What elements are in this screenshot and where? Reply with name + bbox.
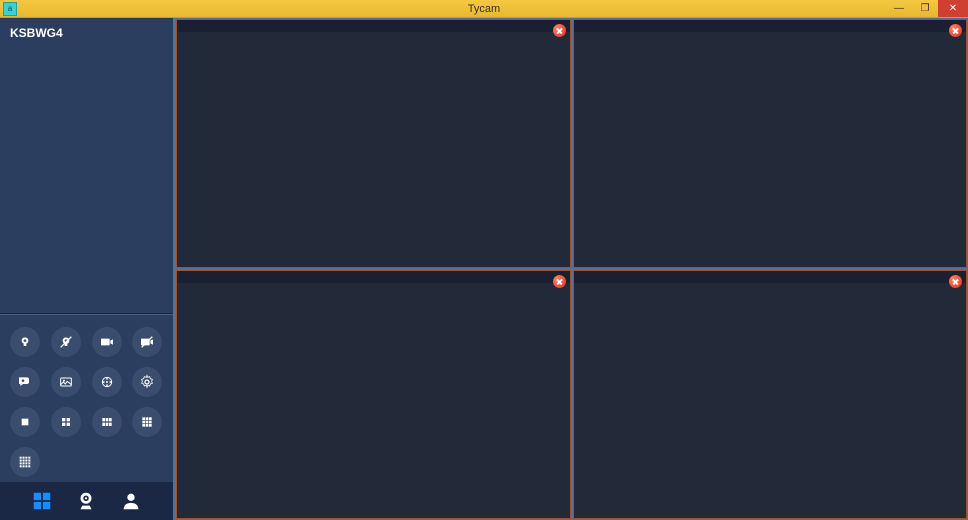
video-pane-1[interactable] xyxy=(176,19,571,268)
settings-button[interactable] xyxy=(132,367,162,397)
sidebar: KSBWG4 xyxy=(0,18,175,520)
image-icon xyxy=(58,374,74,390)
layout-1-button[interactable] xyxy=(10,407,40,437)
pane-header xyxy=(574,271,967,283)
layout-6-button[interactable] xyxy=(92,407,122,437)
layout-16-button[interactable] xyxy=(10,447,40,477)
video-pane-2[interactable] xyxy=(573,19,968,268)
pane-header xyxy=(574,20,967,32)
record-off-button[interactable] xyxy=(132,327,162,357)
user-icon xyxy=(120,490,142,512)
camera-icon xyxy=(17,334,33,350)
video-grid xyxy=(175,18,968,520)
snapshot-button[interactable] xyxy=(51,367,81,397)
pane-close-button[interactable] xyxy=(949,275,962,288)
nav-user-button[interactable] xyxy=(120,490,142,512)
ptz-icon xyxy=(99,374,115,390)
main-area: KSBWG4 xyxy=(0,18,968,520)
control-panel xyxy=(0,314,173,482)
video-pane-3[interactable] xyxy=(176,270,571,519)
pane-header xyxy=(177,271,570,283)
nav-camera-button[interactable] xyxy=(75,490,97,512)
bottom-nav xyxy=(0,482,173,520)
maximize-button[interactable]: ❐ xyxy=(912,0,938,17)
device-panel: KSBWG4 xyxy=(0,18,173,314)
pane-header xyxy=(177,20,570,32)
record-icon xyxy=(99,334,115,350)
layout-1-icon xyxy=(17,414,33,430)
window-title: Tycam xyxy=(468,3,500,15)
layout-16-icon xyxy=(17,454,33,470)
gear-icon xyxy=(139,374,155,390)
camera-off-button[interactable] xyxy=(51,327,81,357)
video-pane-4[interactable] xyxy=(573,270,968,519)
layout-4-icon xyxy=(58,414,74,430)
icon-grid xyxy=(10,327,163,477)
app-icon: a xyxy=(3,2,17,16)
layout-4-button[interactable] xyxy=(51,407,81,437)
pane-close-button[interactable] xyxy=(553,24,566,37)
camera-on-button[interactable] xyxy=(10,327,40,357)
layout-6-icon xyxy=(99,414,115,430)
record-off-icon xyxy=(139,334,155,350)
intercom-button[interactable] xyxy=(10,367,40,397)
device-label: KSBWG4 xyxy=(10,26,163,40)
intercom-icon xyxy=(17,374,33,390)
minimize-button[interactable]: — xyxy=(886,0,912,17)
layout-9-icon xyxy=(139,414,155,430)
grid-icon xyxy=(31,490,53,512)
titlebar: a Tycam — ❐ ✕ xyxy=(0,0,968,18)
ptz-button[interactable] xyxy=(92,367,122,397)
window-controls: — ❐ ✕ xyxy=(886,0,968,17)
pane-close-button[interactable] xyxy=(949,24,962,37)
layout-9-button[interactable] xyxy=(132,407,162,437)
record-button[interactable] xyxy=(92,327,122,357)
close-button[interactable]: ✕ xyxy=(938,0,968,17)
camera-off-icon xyxy=(58,334,74,350)
nav-grid-button[interactable] xyxy=(31,490,53,512)
pane-close-button[interactable] xyxy=(553,275,566,288)
webcam-icon xyxy=(75,490,97,512)
